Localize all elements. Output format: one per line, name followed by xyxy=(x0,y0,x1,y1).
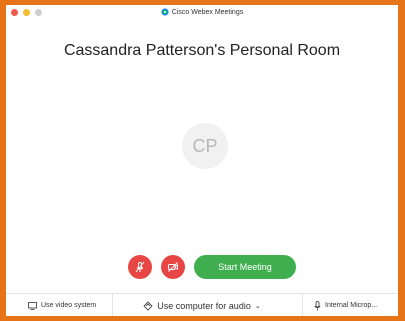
meeting-controls: Start Meeting xyxy=(6,255,398,279)
microphone-label: Internal Microp... xyxy=(325,302,378,309)
video-off-icon xyxy=(168,262,178,272)
microphone-icon xyxy=(314,300,321,311)
title-bar: Cisco Webex Meetings xyxy=(6,5,398,21)
app-title: Cisco Webex Meetings xyxy=(6,8,398,16)
room-title: Cassandra Patterson's Personal Room xyxy=(63,42,341,59)
audio-label: Use computer for audio xyxy=(157,300,251,311)
start-meeting-button[interactable]: Start Meeting xyxy=(194,255,296,279)
video-button[interactable] xyxy=(161,255,185,279)
footer-bar: Use video system Use computer for audio … xyxy=(6,293,398,316)
screenshot-frame: Cisco Webex Meetings Cassandra Patterson… xyxy=(0,0,405,321)
audio-connection-icon xyxy=(143,300,153,311)
microphone-selector[interactable]: Internal Microp... xyxy=(314,294,377,316)
chevron-down-icon: ⌄ xyxy=(254,302,261,310)
app-title-text: Cisco Webex Meetings xyxy=(171,8,244,16)
muted-microphone-icon xyxy=(135,261,145,273)
webex-window: Cisco Webex Meetings Cassandra Patterson… xyxy=(6,5,398,316)
avatar: CP xyxy=(182,123,228,169)
webex-logo-icon xyxy=(161,8,169,16)
footer-divider xyxy=(302,294,303,316)
mute-button[interactable] xyxy=(128,255,152,279)
